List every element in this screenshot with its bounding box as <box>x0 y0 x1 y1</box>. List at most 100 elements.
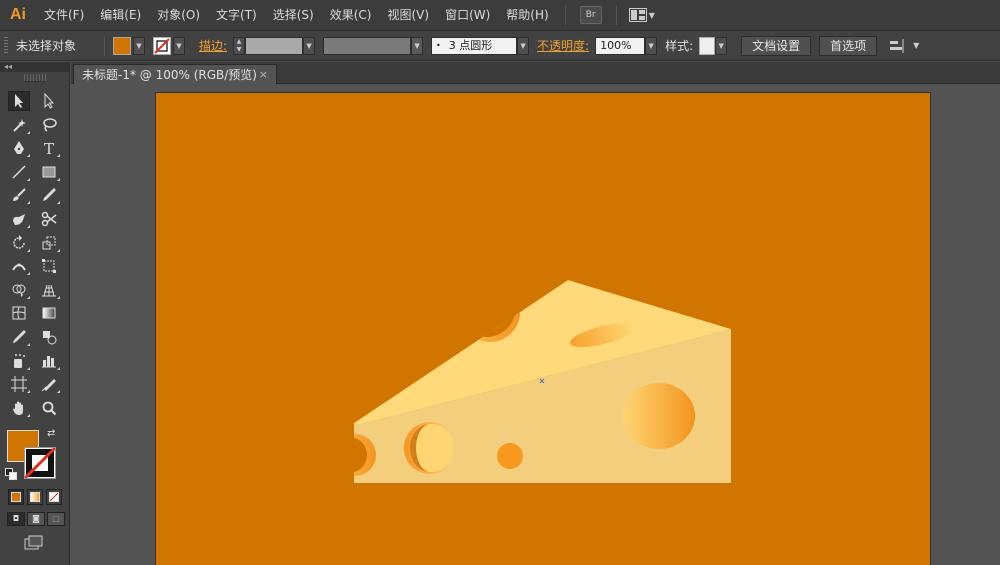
rotate-tool[interactable] <box>8 233 30 253</box>
fill-swatch[interactable] <box>113 36 131 55</box>
submenu-indicator <box>27 248 30 252</box>
fill-dropdown[interactable]: ▼ <box>133 36 145 55</box>
profile-dropdown[interactable]: ▼ <box>411 36 424 55</box>
cheese-shape[interactable] <box>331 277 731 483</box>
line-icon <box>12 165 26 179</box>
screen-mode-button[interactable] <box>24 535 44 554</box>
hand-tool[interactable] <box>8 398 30 418</box>
draw-inside-button[interactable]: ▢ <box>47 512 65 526</box>
variable-width-profile[interactable] <box>323 36 412 55</box>
scale-tool[interactable] <box>38 233 60 253</box>
close-icon[interactable]: × <box>259 68 268 81</box>
selection-tool[interactable] <box>8 91 30 111</box>
color-mode-button[interactable] <box>8 489 24 505</box>
preferences-button[interactable]: 首选项 <box>819 35 878 56</box>
line-tool[interactable] <box>8 162 30 182</box>
blend-tool[interactable] <box>38 327 60 347</box>
brush-definition-field[interactable]: • 3 点圆形 <box>431 36 518 55</box>
lasso-icon <box>43 117 57 132</box>
cheese-hole[interactable] <box>497 443 523 469</box>
menu-view[interactable]: 视图(V) <box>379 0 437 31</box>
stroke-weight-stepper[interactable]: ▲ ▼ <box>233 36 246 55</box>
rectangle-icon <box>42 166 56 178</box>
pencil-tool[interactable] <box>38 185 60 205</box>
slice-icon <box>41 379 56 392</box>
submenu-indicator <box>57 366 60 370</box>
column-graph-icon <box>42 355 56 368</box>
submenu-indicator <box>27 154 30 158</box>
lasso-tool[interactable] <box>38 115 60 135</box>
type-tool[interactable]: T <box>38 138 60 158</box>
menu-file[interactable]: 文件(F) <box>36 0 92 31</box>
panel-grip[interactable] <box>4 36 8 55</box>
submenu-indicator <box>57 201 60 205</box>
menu-help[interactable]: 帮助(H) <box>498 0 556 31</box>
menu-select[interactable]: 选择(S) <box>265 0 322 31</box>
direct-selection-tool[interactable] <box>38 91 60 111</box>
screen-mode-icon <box>24 535 43 550</box>
stroke-dropdown[interactable]: ▼ <box>173 36 185 55</box>
selection-status: 未选择对象 <box>16 39 77 53</box>
pen-icon <box>14 141 24 155</box>
graphic-style-swatch[interactable] <box>699 36 716 55</box>
width-tool[interactable] <box>8 256 30 276</box>
cheese-hole[interactable] <box>623 383 695 449</box>
shape-builder-tool[interactable] <box>8 280 30 300</box>
stroke-swatch[interactable] <box>153 36 171 55</box>
rectangle-tool[interactable] <box>38 162 60 182</box>
draw-behind-button[interactable]: ◙ <box>27 512 45 526</box>
stroke-weight-field[interactable] <box>245 36 304 55</box>
artboard-icon <box>11 376 27 393</box>
gradient-icon <box>42 307 56 319</box>
bridge-button[interactable]: Br <box>579 6 602 24</box>
brush-dropdown[interactable]: ▼ <box>517 36 530 55</box>
opacity-field[interactable]: 100% <box>595 36 646 55</box>
paintbrush-tool[interactable] <box>8 185 30 205</box>
column-graph-tool[interactable] <box>38 351 60 371</box>
menu-window[interactable]: 窗口(W) <box>437 0 498 31</box>
tools-panel: ◂◂ T ⇄ ◘ ◙ ▢ <box>0 62 70 565</box>
slice-tool[interactable] <box>38 374 60 394</box>
swap-fill-stroke-icon[interactable]: ⇄ <box>47 428 55 439</box>
workspace-layout-button[interactable]: ▼ <box>628 8 655 22</box>
document-tab[interactable]: 未标题-1* @ 100% (RGB/预览) × <box>73 64 277 84</box>
draw-normal-button[interactable]: ◘ <box>7 512 25 526</box>
magic-wand-tool[interactable] <box>8 115 30 135</box>
default-colors-icon[interactable] <box>5 468 17 480</box>
submenu-indicator <box>27 201 30 205</box>
symbol-sprayer-tool[interactable] <box>8 351 30 371</box>
tools-panel-grip[interactable] <box>24 74 46 82</box>
artboard[interactable] <box>156 93 930 565</box>
gradient-mode-button[interactable] <box>27 489 43 505</box>
opacity-dropdown[interactable]: ▼ <box>645 36 658 55</box>
pen-tool[interactable] <box>8 138 30 158</box>
artboard-tool[interactable] <box>8 374 30 394</box>
mesh-tool[interactable] <box>8 303 30 323</box>
perspective-grid-tool[interactable] <box>38 280 60 300</box>
scissors-tool[interactable] <box>38 209 60 229</box>
graphic-style-dropdown[interactable]: ▼ <box>715 36 728 55</box>
menu-type[interactable]: 文字(T) <box>208 0 265 31</box>
menu-edit[interactable]: 编辑(E) <box>92 0 149 31</box>
cheese-illustration[interactable] <box>156 93 930 565</box>
zoom-tool[interactable] <box>38 398 60 418</box>
tools-panel-collapse[interactable]: ◂◂ <box>0 62 69 72</box>
stroke-color-box[interactable] <box>24 447 56 479</box>
stroke-weight-dropdown[interactable]: ▼ <box>303 36 316 55</box>
blob-brush-tool[interactable] <box>8 209 30 229</box>
document-tab-bar: 未标题-1* @ 100% (RGB/预览) × <box>71 62 1000 84</box>
svg-text:T: T <box>44 140 54 156</box>
menu-object[interactable]: 对象(O) <box>149 0 208 31</box>
free-transform-tool[interactable] <box>38 256 60 276</box>
eyedropper-tool[interactable] <box>8 327 30 347</box>
document-setup-button[interactable]: 文档设置 <box>741 35 812 56</box>
none-mode-button[interactable] <box>46 489 62 505</box>
opacity-label-link[interactable]: 不透明度: <box>537 37 589 54</box>
control-bar-menu-icon[interactable]: ▼ <box>913 41 919 50</box>
gradient-tool[interactable] <box>38 303 60 323</box>
stroke-label-link[interactable]: 描边: <box>199 37 227 54</box>
menu-effect[interactable]: 效果(C) <box>322 0 380 31</box>
canvas-area[interactable] <box>71 84 1000 565</box>
pencil-icon <box>43 188 56 202</box>
align-options-button[interactable] <box>889 38 905 53</box>
